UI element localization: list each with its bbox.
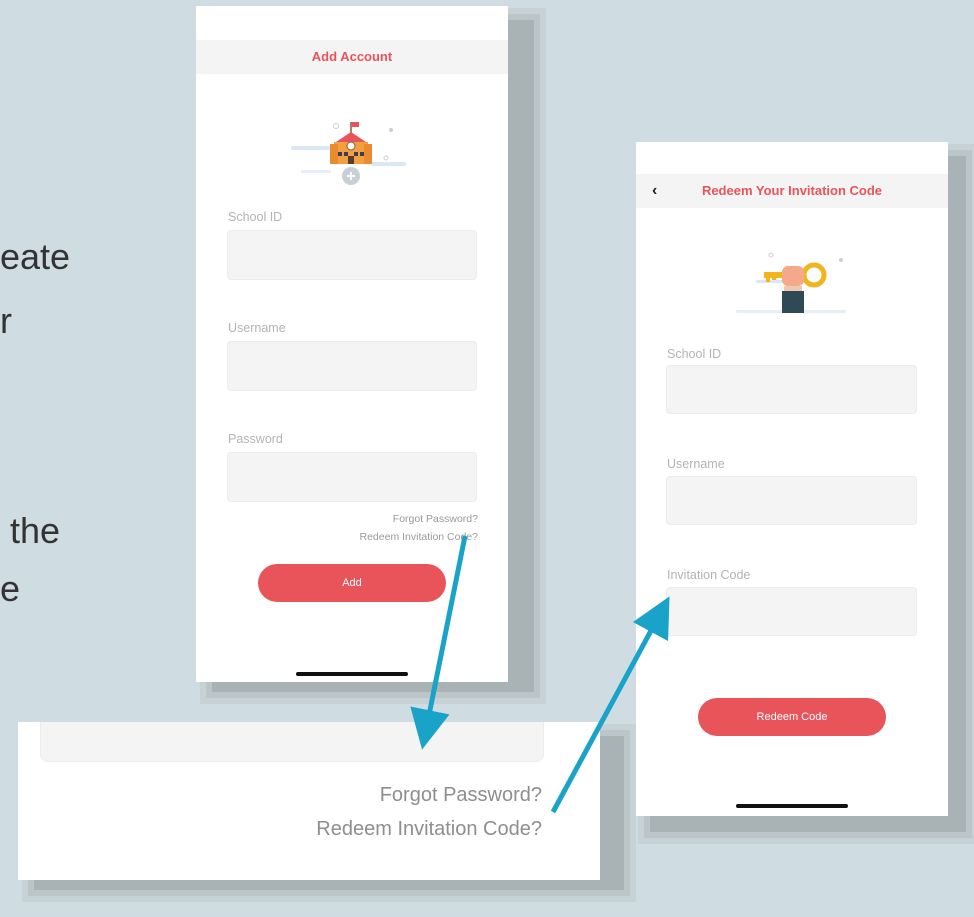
username-input[interactable] (227, 341, 477, 391)
zoom-callout: Forgot Password? Redeem Invitation Code? (18, 722, 600, 880)
password-label: Password (228, 432, 283, 446)
redeem-screen: ‹ Redeem Your Invitation Code School ID … (636, 142, 948, 816)
page-title: Redeem Your Invitation Code (701, 183, 883, 198)
add-account-navbar: Add Account (196, 40, 508, 74)
zoomed-password-input (40, 722, 544, 762)
invitation-code-input[interactable] (666, 587, 917, 636)
username-label: Username (228, 321, 286, 335)
home-indicator (296, 672, 408, 676)
back-chevron-icon[interactable]: ‹ (652, 174, 657, 208)
redeem-navbar: ‹ Redeem Your Invitation Code (636, 174, 948, 208)
add-account-screen: Add Account School ID Username Password … (196, 6, 508, 682)
zoomed-redeem-link: Redeem Invitation Code? (316, 818, 542, 840)
slide-text-line4: e (0, 568, 21, 609)
school-id-input[interactable] (227, 230, 477, 280)
school-building-icon (291, 122, 406, 185)
hand-key-icon (736, 252, 846, 313)
username-label: Username (667, 457, 725, 471)
school-id-input[interactable] (666, 365, 917, 414)
redeem-code-button[interactable]: Redeem Code (698, 698, 886, 736)
zoomed-forgot-password: Forgot Password? (379, 784, 542, 806)
username-input[interactable] (666, 476, 917, 525)
page-title: Add Account (311, 49, 393, 64)
add-button[interactable]: Add (258, 564, 446, 602)
forgot-password-link[interactable]: Forgot Password? (393, 513, 478, 525)
slide-text-line2: r (0, 300, 12, 341)
school-id-label: School ID (667, 347, 722, 361)
password-input[interactable] (227, 452, 477, 502)
redeem-invitation-link[interactable]: Redeem Invitation Code? (360, 531, 479, 543)
slide-text-line3: the (0, 510, 61, 551)
home-indicator (736, 804, 848, 808)
school-id-label: School ID (228, 210, 283, 224)
invitation-code-label: Invitation Code (667, 568, 751, 582)
slide-text-line1: eate (0, 236, 71, 277)
